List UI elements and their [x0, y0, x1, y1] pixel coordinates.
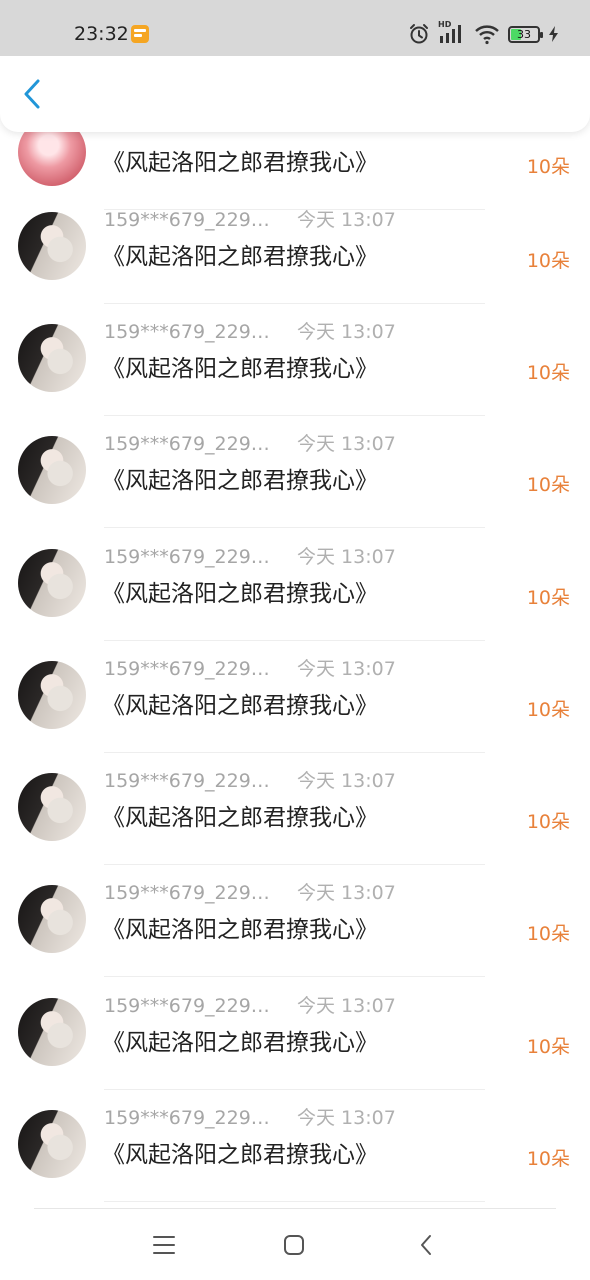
wifi-icon: [475, 25, 499, 45]
avatar: [18, 324, 86, 392]
username: 159***679_229…: [104, 321, 270, 343]
gift-amount: 10朵: [526, 923, 570, 945]
back-nav-button[interactable]: [411, 1230, 441, 1260]
gift-amount: 10朵: [526, 362, 570, 384]
timestamp: 今天 13:07: [297, 546, 396, 568]
book-title: 《风起洛阳之郎君撩我心》: [102, 356, 378, 382]
gift-amount: 10朵: [526, 156, 570, 178]
book-title: 《风起洛阳之郎君撩我心》: [102, 1142, 378, 1168]
back-button[interactable]: [12, 74, 52, 114]
avatar: [18, 998, 86, 1066]
book-title: 《风起洛阳之郎君撩我心》: [102, 805, 378, 831]
app-notification-icon: [131, 25, 149, 43]
back-icon: [421, 1235, 431, 1255]
gift-amount: 10朵: [526, 1148, 570, 1170]
avatar: [18, 1110, 86, 1178]
username: 159***679_229…: [104, 209, 270, 231]
book-title: 《风起洛阳之郎君撩我心》: [102, 1030, 378, 1056]
timestamp: 今天 13:07: [297, 1107, 396, 1129]
status-icons: HD 33: [408, 20, 560, 47]
timestamp: 今天 13:07: [297, 770, 396, 792]
gift-amount: 10朵: [526, 250, 570, 272]
home-icon: [284, 1235, 304, 1255]
header-bar: [0, 56, 590, 132]
book-title: 《风起洛阳之郎君撩我心》: [102, 150, 378, 176]
gift-amount: 10朵: [526, 811, 570, 833]
gift-amount: 10朵: [526, 699, 570, 721]
gift-amount: 10朵: [526, 1036, 570, 1058]
timestamp: 今天 13:07: [297, 658, 396, 680]
divider: [104, 1201, 485, 1202]
menu-button[interactable]: [149, 1230, 179, 1260]
system-nav-bar: [0, 1208, 590, 1280]
book-title: 《风起洛阳之郎君撩我心》: [102, 917, 378, 943]
home-button[interactable]: [279, 1230, 309, 1260]
avatar: [18, 773, 86, 841]
username: 159***679_229…: [104, 433, 270, 455]
list-item[interactable]: 159***679_229… 今天 13:07 《风起洛阳之郎君撩我心》 10朵: [0, 416, 590, 528]
timestamp: 今天 13:07: [297, 209, 396, 231]
status-time: 23:32: [74, 23, 129, 45]
list-item[interactable]: 159***679_229… 今天 13:07 《风起洛阳之郎君撩我心》 10朵: [0, 753, 590, 865]
avatar: [18, 549, 86, 617]
battery-percent: 33: [517, 27, 531, 41]
divider: [104, 527, 485, 528]
username: 159***679_229…: [104, 770, 270, 792]
list-item[interactable]: 159***679_229… 今天 13:07 《风起洛阳之郎君撩我心》 10朵: [0, 192, 590, 304]
charging-icon: [549, 26, 558, 42]
menu-icon: [153, 1236, 175, 1254]
signal-icon: HD: [438, 20, 466, 45]
timestamp: 今天 13:07: [297, 995, 396, 1017]
book-title: 《风起洛阳之郎君撩我心》: [102, 693, 378, 719]
avatar: [18, 436, 86, 504]
avatar: [18, 661, 86, 729]
status-bar: 23:32 HD 33: [0, 0, 590, 56]
username: 159***679_229…: [104, 658, 270, 680]
timestamp: 今天 13:07: [297, 321, 396, 343]
username: 159***679_229…: [104, 995, 270, 1017]
book-title: 《风起洛阳之郎君撩我心》: [102, 244, 378, 270]
nav-divider: [34, 1208, 556, 1209]
timestamp: 今天 13:07: [297, 433, 396, 455]
avatar: [18, 212, 86, 280]
list-item[interactable]: 159***679_229… 今天 13:07 《风起洛阳之郎君撩我心》 10朵: [0, 865, 590, 977]
username: 159***679_229…: [104, 882, 270, 904]
gift-amount: 10朵: [526, 587, 570, 609]
timestamp: 今天 13:07: [297, 882, 396, 904]
battery-icon: 33: [508, 25, 543, 43]
list-item[interactable]: 159***679_229… 今天 13:07 《风起洛阳之郎君撩我心》 10朵: [0, 304, 590, 416]
book-title: 《风起洛阳之郎君撩我心》: [102, 581, 378, 607]
list-item[interactable]: 159***679_229… 今天 13:07 《风起洛阳之郎君撩我心》 10朵: [0, 529, 590, 641]
book-title: 《风起洛阳之郎君撩我心》: [102, 468, 378, 494]
avatar: [18, 885, 86, 953]
alarm-icon: [410, 24, 428, 44]
gift-amount: 10朵: [526, 474, 570, 496]
chevron-left-icon: [24, 79, 40, 109]
username: 159***679_229…: [104, 1107, 270, 1129]
gift-record-list: 《风起洛阳之郎君撩我心》 10朵 159***679_229… 今天 13:07…: [0, 0, 590, 1208]
list-item[interactable]: 159***679_229… 今天 13:07 《风起洛阳之郎君撩我心》 10朵: [0, 1090, 590, 1202]
divider: [104, 976, 485, 977]
list-item[interactable]: 159***679_229… 今天 13:07 《风起洛阳之郎君撩我心》 10朵: [0, 641, 590, 753]
list-item[interactable]: 159***679_229… 今天 13:07 《风起洛阳之郎君撩我心》 10朵: [0, 978, 590, 1090]
username: 159***679_229…: [104, 546, 270, 568]
